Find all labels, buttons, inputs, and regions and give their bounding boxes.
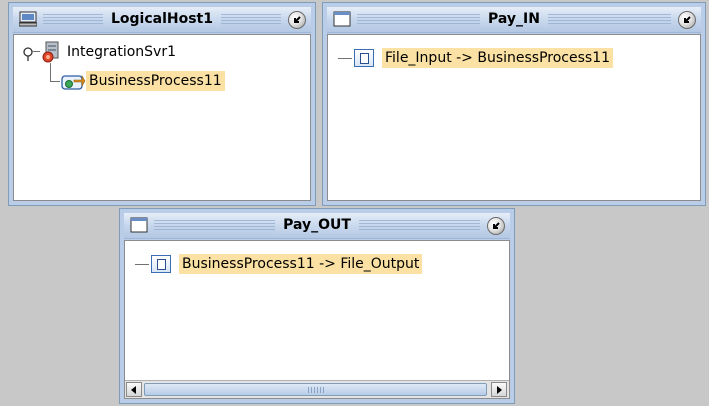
- pay-in-connection-label: File_Input -> BusinessProcess11: [382, 48, 614, 68]
- pay-out-window: Pay_OUT BusinessProcess11 -> File_Output: [119, 208, 515, 404]
- pay-out-connection-item[interactable]: BusinessProcess11 -> File_Output: [151, 254, 423, 274]
- server-label: IntegrationSvr1: [67, 44, 176, 60]
- restore-arrow-icon: [493, 222, 500, 229]
- pay-in-window: Pay_IN File_Input -> BusinessProcess11: [322, 2, 706, 206]
- pay-in-connection-item[interactable]: File_Input -> BusinessProcess11: [354, 48, 614, 68]
- pay-in-list-panel: File_Input -> BusinessProcess11: [327, 34, 701, 201]
- logical-host-restore-button[interactable]: [288, 11, 306, 29]
- pay-in-titlebar[interactable]: Pay_IN: [327, 7, 701, 33]
- pay-out-title: Pay_OUT: [275, 217, 359, 233]
- pay-out-connection-label: BusinessProcess11 -> File_Output: [179, 254, 423, 274]
- tree-node-server[interactable]: IntegrationSvr1: [40, 41, 179, 63]
- connection-document-icon: [151, 255, 171, 273]
- pay-out-restore-button[interactable]: [487, 217, 505, 235]
- canvas-background: LogicalHost1 IntegrationSvr1 BusinessPro…: [0, 0, 709, 406]
- scroll-left-arrow-icon: [131, 385, 136, 394]
- integration-server-icon: [42, 41, 59, 63]
- restore-arrow-icon: [294, 16, 301, 23]
- process-label: BusinessProcess11: [86, 71, 225, 91]
- connection-document-icon: [354, 49, 374, 67]
- pay-in-restore-button[interactable]: [678, 11, 696, 29]
- scroll-right-arrow-icon: [497, 385, 502, 394]
- logical-host-window: LogicalHost1 IntegrationSvr1 BusinessPro…: [8, 2, 316, 206]
- pay-in-title: Pay_IN: [480, 11, 548, 27]
- logical-host-titlebar[interactable]: LogicalHost1: [13, 7, 311, 33]
- pay-out-horizontal-scrollbar[interactable]: [125, 380, 509, 398]
- scroll-left-button[interactable]: [126, 382, 142, 397]
- pay-out-titlebar[interactable]: Pay_OUT: [124, 213, 510, 239]
- restore-arrow-icon: [684, 16, 691, 23]
- pay-out-list-panel: BusinessProcess11 -> File_Output: [124, 240, 510, 399]
- tree-node-process[interactable]: BusinessProcess11: [60, 70, 225, 92]
- logical-host-tree-panel: IntegrationSvr1 BusinessProcess11: [13, 34, 311, 201]
- tree-expand-handle-icon[interactable]: [22, 47, 34, 61]
- logical-host-title: LogicalHost1: [102, 11, 221, 27]
- scroll-thumb[interactable]: [144, 383, 487, 396]
- business-process-icon: [61, 74, 86, 90]
- scroll-right-button[interactable]: [491, 382, 507, 397]
